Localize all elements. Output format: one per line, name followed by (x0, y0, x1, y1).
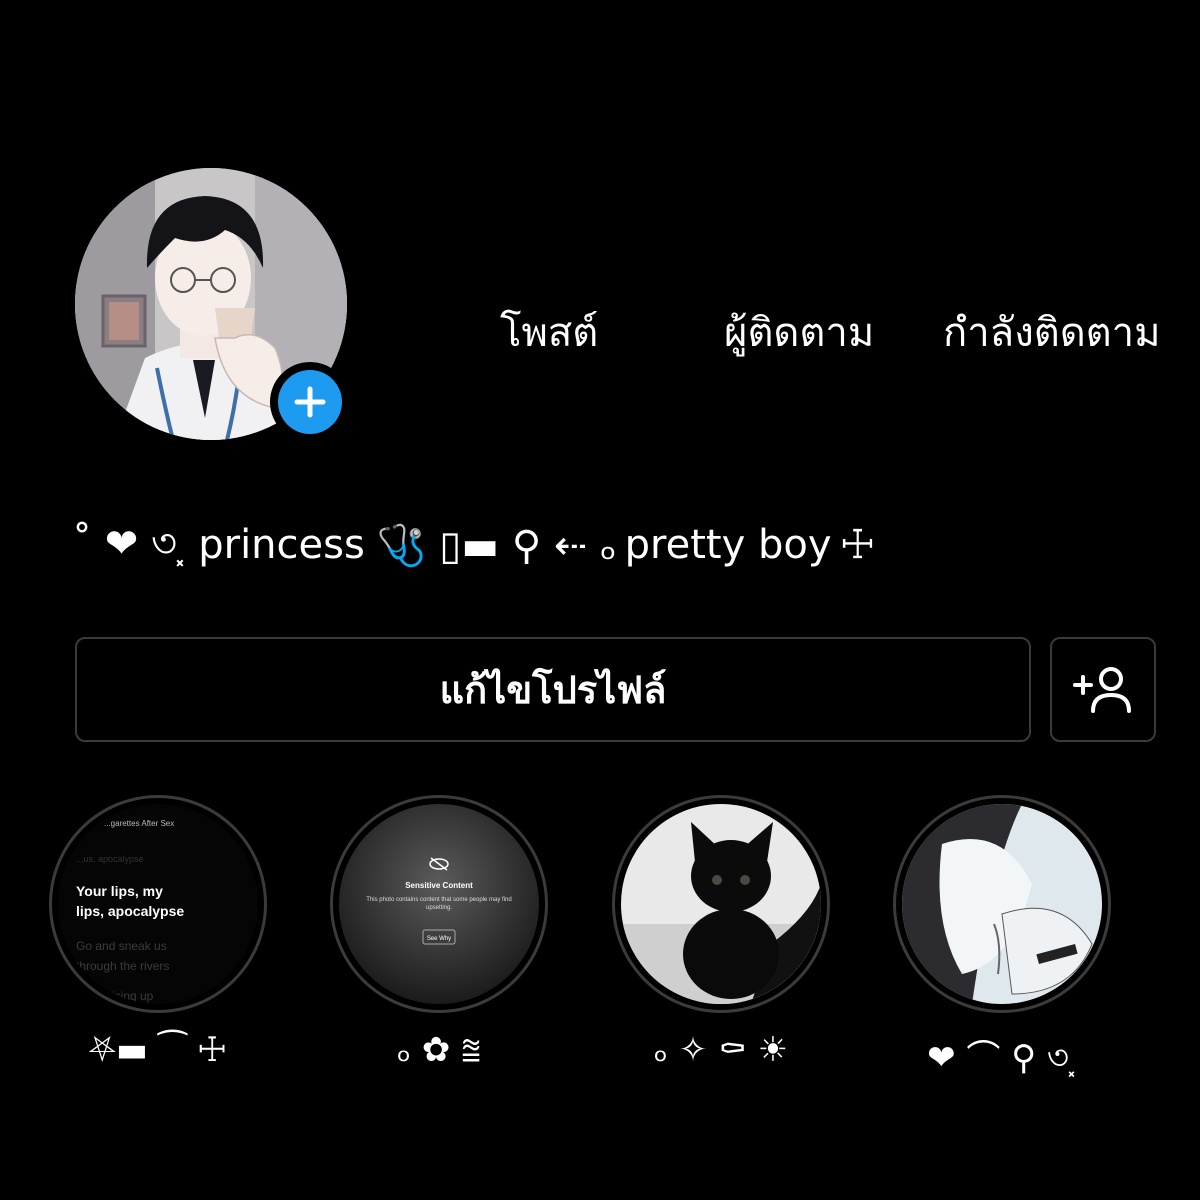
add-person-button[interactable] (1050, 637, 1156, 742)
highlight-1-label: ⛧▬ ⁀ ☩ (88, 1030, 228, 1070)
svg-text:...us, apocalypse: ...us, apocalypse (76, 854, 144, 864)
plus-icon (278, 370, 342, 434)
highlight-4[interactable] (893, 795, 1111, 1013)
edit-profile-label: แก้ไขโปรไฟล์ (439, 668, 667, 712)
bio-symbols-mid: 🩺 ▯▬ ⚲ ⇠ ₒ (376, 522, 617, 569)
svg-text:...rising up: ...rising up (98, 989, 154, 1003)
highlight-3-cover (621, 804, 821, 1004)
svg-text:Your lips, my: Your lips, my (76, 883, 163, 899)
profile-bio: ˚ ❤ ৩⸼ princess 🩺 ▯▬ ⚲ ⇠ ₒ pretty boy ☩ (72, 515, 875, 575)
highlight-3-label: ₒ ✧ ⚰ ☀ (653, 1030, 789, 1070)
following-stat[interactable]: กำลังติดตาม (943, 305, 1160, 361)
svg-text:Sensitive Content: Sensitive Content (405, 881, 473, 890)
highlight-4-cover (902, 804, 1102, 1004)
svg-text:through the rivers: through the rivers (76, 959, 169, 973)
add-person-icon (1073, 666, 1131, 713)
svg-text:...garettes After Sex: ...garettes After Sex (104, 819, 174, 828)
highlight-1[interactable]: ...garettes After Sex ...us, apocalypse … (49, 795, 267, 1013)
followers-stat[interactable]: ผู้ติดตาม (724, 305, 874, 361)
highlight-2-cover: Sensitive Content This photo contains co… (339, 804, 539, 1004)
posts-stat[interactable]: โพสต์ (500, 305, 598, 361)
svg-text:Go and sneak us: Go and sneak us (76, 939, 167, 953)
highlight-2-label: ₒ ✿ ⩰ (396, 1030, 482, 1070)
highlight-1-cover: ...garettes After Sex ...us, apocalypse … (58, 804, 258, 1004)
highlight-4-label: ❤ ⌒ ⚲ ৩⸼ (927, 1038, 1077, 1078)
bio-symbols-start: ˚ ❤ ৩⸼ (72, 520, 187, 567)
bio-text-princess: princess (198, 522, 365, 568)
bio-text-pretty-boy: pretty boy (624, 522, 832, 568)
highlight-2[interactable]: Sensitive Content This photo contains co… (330, 795, 548, 1013)
svg-text:See Why: See Why (427, 936, 451, 942)
svg-text:lips, apocalypse: lips, apocalypse (76, 903, 184, 919)
add-story-button[interactable] (270, 362, 350, 442)
bio-symbols-end: ☩ (839, 522, 876, 568)
edit-profile-button[interactable]: แก้ไขโปรไฟล์ (75, 637, 1031, 742)
highlight-3[interactable] (612, 795, 830, 1013)
